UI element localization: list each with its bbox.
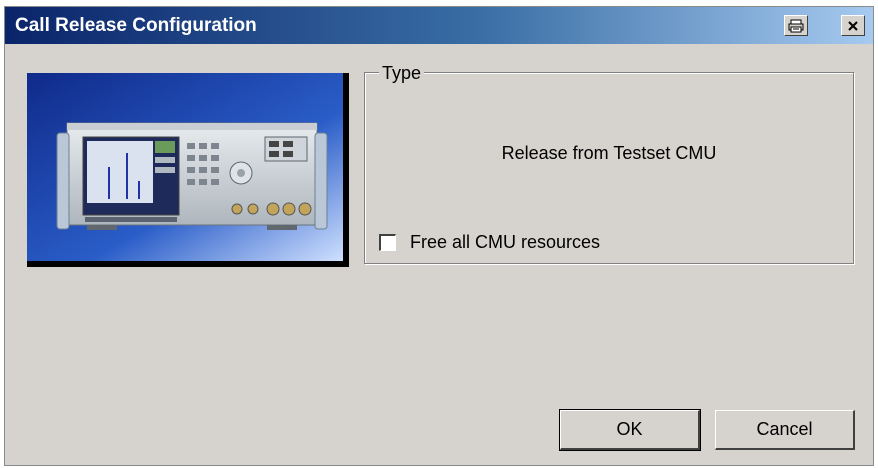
ok-button[interactable]: OK xyxy=(559,409,701,451)
free-resources-option[interactable]: Free all CMU resources xyxy=(379,231,600,253)
free-resources-label[interactable]: Free all CMU resources xyxy=(410,232,600,253)
type-groupbox: Type Release from Testset CMU Free all C… xyxy=(364,63,854,264)
free-resources-checkbox[interactable] xyxy=(379,233,396,251)
close-button[interactable] xyxy=(841,15,865,36)
title-bar[interactable]: Call Release Configuration xyxy=(5,7,873,44)
print-button[interactable] xyxy=(784,15,808,36)
call-release-dialog: Call Release Configuration Type Release … xyxy=(4,6,874,466)
cancel-button[interactable]: Cancel xyxy=(715,410,855,450)
type-groupbox-legend: Type xyxy=(379,63,425,84)
window-title: Call Release Configuration xyxy=(15,15,257,36)
close-icon xyxy=(848,20,858,31)
testset-device-image xyxy=(27,73,349,267)
cmu-testset-image xyxy=(27,73,349,267)
release-type-value: Release from Testset CMU xyxy=(501,143,717,163)
printer-icon xyxy=(788,19,804,32)
